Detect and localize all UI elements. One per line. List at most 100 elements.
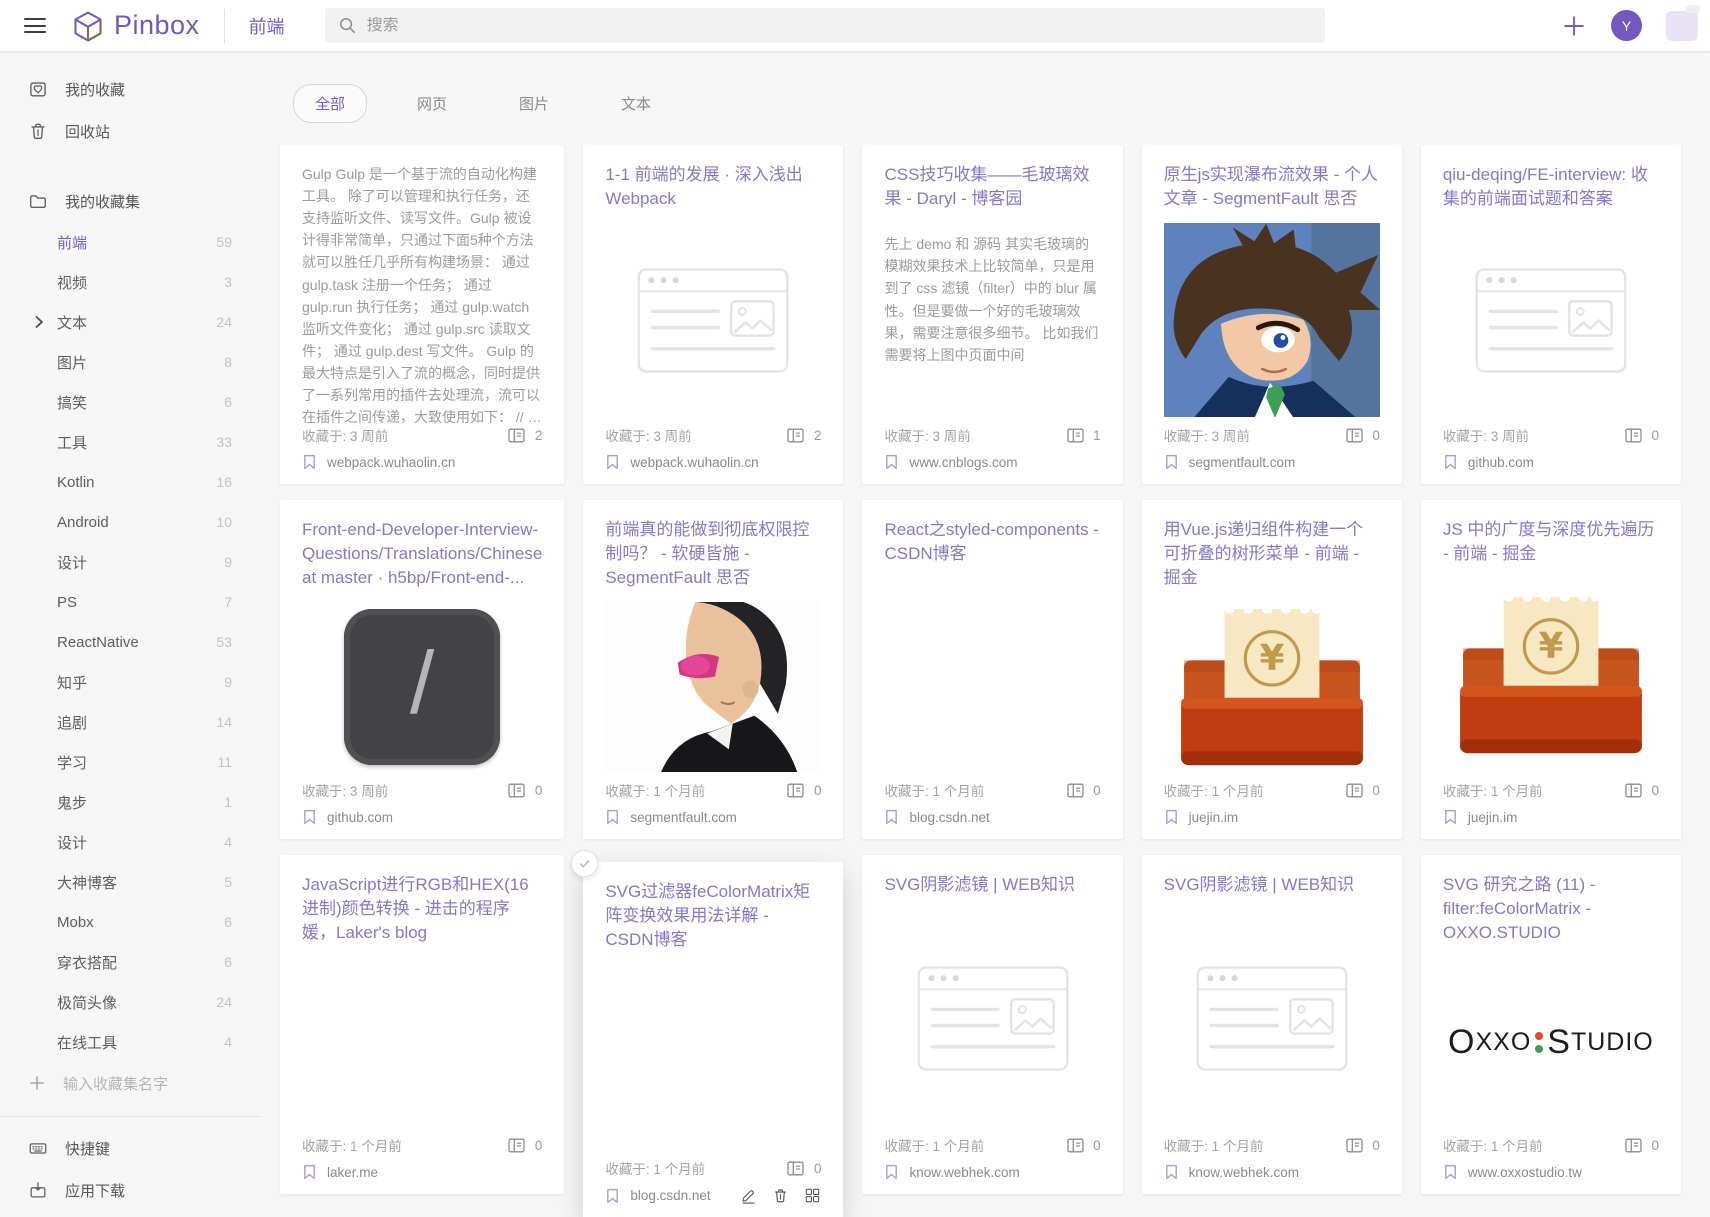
bookmark-domain[interactable]: blog.csdn.net — [909, 810, 989, 825]
bookmark-card[interactable]: 用Vue.js递归组件构建一个可折叠的树形菜单 - 前端 - 掘金 收藏于: 1… — [1142, 500, 1402, 839]
sidebar-collection-ps[interactable]: PS7 — [0, 582, 260, 622]
bookmark-domain[interactable]: know.webhek.com — [909, 1165, 1019, 1180]
bookmark-card[interactable]: qiu-deqing/FE-interview: 收集的前端面试题和答案 收藏于… — [1421, 145, 1681, 484]
bookmark-card[interactable]: 1-1 前端的发展 · 深入浅出 Webpack 收藏于: 3 周前 2 web… — [583, 145, 843, 484]
sidebar-collection-outfits[interactable]: 穿衣搭配6 — [0, 942, 260, 982]
sidebar-item-app-download[interactable]: 应用下载 — [0, 1169, 260, 1211]
board-count[interactable]: 1 — [1067, 428, 1101, 443]
board-count[interactable]: 0 — [508, 1138, 542, 1153]
sidebar-item-recycle-bin[interactable]: 回收站 — [0, 110, 260, 152]
sidebar-item-my-favorites[interactable]: 我的收藏 — [0, 68, 260, 110]
sidebar-collection-avatars[interactable]: 极简头像24 — [0, 982, 260, 1022]
sidebar-collection-shuffle[interactable]: 鬼步1 — [0, 782, 260, 822]
bookmark-card[interactable]: JavaScript进行RGB和HEX(16进制)颜色转换 - 进击的程序媛，L… — [280, 855, 564, 1194]
board-count[interactable]: 0 — [787, 1161, 821, 1176]
sidebar-collection-kotlin[interactable]: Kotlin16 — [0, 462, 260, 502]
sidebar-collection-shows[interactable]: 追剧14 — [0, 702, 260, 742]
add-collection-input[interactable]: 输入收藏集名字 — [0, 1062, 260, 1104]
bookmark-title[interactable]: SVG阴影滤镜 | WEB知识 — [884, 873, 1100, 897]
bookmark-title[interactable]: SVG 研究之路 (11) - filter:feColorMatrix - O… — [1443, 873, 1659, 945]
sidebar-collection-reactnative[interactable]: ReactNative53 — [0, 622, 260, 662]
board-count[interactable]: 2 — [787, 428, 821, 443]
bookmark-card[interactable]: SVG阴影滤镜 | WEB知识 收藏于: 1 个月前 0 know.webhek… — [1142, 855, 1402, 1194]
board-count[interactable]: 0 — [1625, 1138, 1659, 1153]
tab-text[interactable]: 文本 — [599, 84, 673, 123]
bookmark-title[interactable]: CSS技巧收集——毛玻璃效果 - Daryl - 博客园 — [884, 163, 1100, 211]
sidebar-collection-zhihu[interactable]: 知乎9 — [0, 662, 260, 702]
bookmark-title[interactable]: SVG过滤器feColorMatrix矩阵变换效果用法详解 - CSDN博客 — [605, 880, 821, 952]
app-logo[interactable]: Pinbox — [72, 10, 200, 42]
bookmark-domain[interactable]: segmentfault.com — [630, 810, 737, 825]
tab-images[interactable]: 图片 — [497, 84, 571, 123]
move-to-board-icon[interactable] — [804, 1187, 821, 1204]
bookmark-domain[interactable]: webpack.wuhaolin.cn — [630, 455, 758, 470]
bookmark-title[interactable]: Front-end-Developer-Interview-Questions/… — [302, 518, 542, 590]
bookmark-title[interactable]: JavaScript进行RGB和HEX(16进制)颜色转换 - 进击的程序媛，L… — [302, 873, 542, 945]
active-collection-label[interactable]: 前端 — [249, 13, 285, 39]
sidebar-collections-header[interactable]: 我的收藏集 — [0, 180, 260, 222]
bookmark-title[interactable]: React之styled-components - CSDN博客 — [884, 518, 1100, 566]
board-count[interactable]: 0 — [1625, 783, 1659, 798]
sidebar-collection-blogs[interactable]: 大神博客5 — [0, 862, 260, 902]
bookmark-domain[interactable]: segmentfault.com — [1189, 455, 1296, 470]
sidebar-collection-design[interactable]: 设计9 — [0, 542, 260, 582]
tab-all[interactable]: 全部 — [293, 84, 367, 123]
sidebar-collection-frontend[interactable]: 前端59 — [0, 222, 260, 262]
bookmark-card-selected[interactable]: SVG过滤器feColorMatrix矩阵变换效果用法详解 - CSDN博客 收… — [583, 862, 843, 1217]
bookmark-domain[interactable]: github.com — [1468, 455, 1534, 470]
board-count[interactable]: 0 — [1625, 428, 1659, 443]
sidebar-collection-android[interactable]: Android10 — [0, 502, 260, 542]
sidebar-collection-text[interactable]: 文本24 — [0, 302, 260, 342]
search-bar[interactable] — [325, 8, 1325, 43]
board-count[interactable]: 0 — [1346, 1138, 1380, 1153]
bookmark-domain[interactable]: juejin.im — [1189, 810, 1239, 825]
bookmark-title[interactable]: 用Vue.js递归组件构建一个可折叠的树形菜单 - 前端 - 掘金 — [1164, 518, 1380, 590]
bookmark-title[interactable]: 原生js实现瀑布流效果 - 个人文章 - SegmentFault 思否 — [1164, 163, 1380, 211]
bookmark-domain[interactable]: know.webhek.com — [1189, 1165, 1299, 1180]
bookmark-domain[interactable]: laker.me — [327, 1165, 378, 1180]
bookmark-title[interactable]: 1-1 前端的发展 · 深入浅出 Webpack — [605, 163, 821, 211]
sidebar-collection-tools[interactable]: 工具33 — [0, 422, 260, 462]
sidebar-collection-online-tools[interactable]: 在线工具4 — [0, 1022, 260, 1062]
bookmark-card[interactable]: React之styled-components - CSDN博客 收藏于: 1 … — [862, 500, 1122, 839]
search-input[interactable] — [367, 17, 1311, 35]
board-count[interactable]: 0 — [508, 783, 542, 798]
bookmark-title[interactable]: qiu-deqing/FE-interview: 收集的前端面试题和答案 — [1443, 163, 1659, 211]
sidebar-collection-images[interactable]: 图片8 — [0, 342, 260, 382]
bookmark-domain[interactable]: www.cnblogs.com — [909, 455, 1017, 470]
board-count[interactable]: 0 — [1067, 783, 1101, 798]
bookmark-card[interactable]: SVG 研究之路 (11) - filter:feColorMatrix - O… — [1421, 855, 1681, 1194]
menu-icon[interactable] — [24, 14, 46, 38]
board-count[interactable]: 0 — [1346, 783, 1380, 798]
bookmark-card[interactable]: JS 中的广度与深度优先遍历 - 前端 - 掘金 收藏于: 1 个月前 0 ju… — [1421, 500, 1681, 839]
delete-icon[interactable] — [772, 1187, 789, 1204]
add-bookmark-button[interactable] — [1561, 13, 1587, 39]
sidebar-item-shortcuts[interactable]: 快捷键 — [0, 1127, 260, 1169]
bookmark-card[interactable]: Gulp Gulp 是一个基于流的自动化构建工具。 除了可以管理和执行任务，还支… — [280, 145, 564, 484]
board-count[interactable]: 0 — [1067, 1138, 1101, 1153]
side-widget-button[interactable] — [1666, 11, 1698, 41]
bookmark-title[interactable]: JS 中的广度与深度优先遍历 - 前端 - 掘金 — [1443, 518, 1659, 566]
sidebar-collection-design-2[interactable]: 设计4 — [0, 822, 260, 862]
bookmark-domain[interactable]: juejin.im — [1468, 810, 1518, 825]
bookmark-title[interactable]: SVG阴影滤镜 | WEB知识 — [1164, 873, 1380, 897]
board-count[interactable]: 2 — [508, 428, 542, 443]
bookmark-card[interactable]: 前端真的能做到彻底权限控制吗？ - 软硬皆施 - SegmentFault 思否… — [583, 500, 843, 839]
bookmark-domain[interactable]: blog.csdn.net — [630, 1188, 710, 1203]
chevron-right-icon[interactable] — [32, 315, 46, 329]
bookmark-domain[interactable]: github.com — [327, 810, 393, 825]
bookmark-domain[interactable]: www.oxxostudio.tw — [1468, 1165, 1582, 1180]
avatar[interactable]: Y — [1611, 10, 1642, 41]
bookmark-card[interactable]: CSS技巧收集——毛玻璃效果 - Daryl - 博客园 先上 demo 和 源… — [862, 145, 1122, 484]
bookmark-card[interactable]: 原生js实现瀑布流效果 - 个人文章 - SegmentFault 思否 收藏于… — [1142, 145, 1402, 484]
tab-webpages[interactable]: 网页 — [395, 84, 469, 123]
bookmark-title[interactable]: 前端真的能做到彻底权限控制吗？ - 软硬皆施 - SegmentFault 思否 — [605, 518, 821, 590]
sidebar-collection-funny[interactable]: 搞笑6 — [0, 382, 260, 422]
sidebar-collection-video[interactable]: 视频3 — [0, 262, 260, 302]
select-check-circle[interactable] — [571, 850, 598, 877]
board-count[interactable]: 0 — [787, 783, 821, 798]
edit-icon[interactable] — [740, 1187, 757, 1204]
bookmark-card[interactable]: Front-end-Developer-Interview-Questions/… — [280, 500, 564, 839]
sidebar-collection-study[interactable]: 学习11 — [0, 742, 260, 782]
board-count[interactable]: 0 — [1346, 428, 1380, 443]
